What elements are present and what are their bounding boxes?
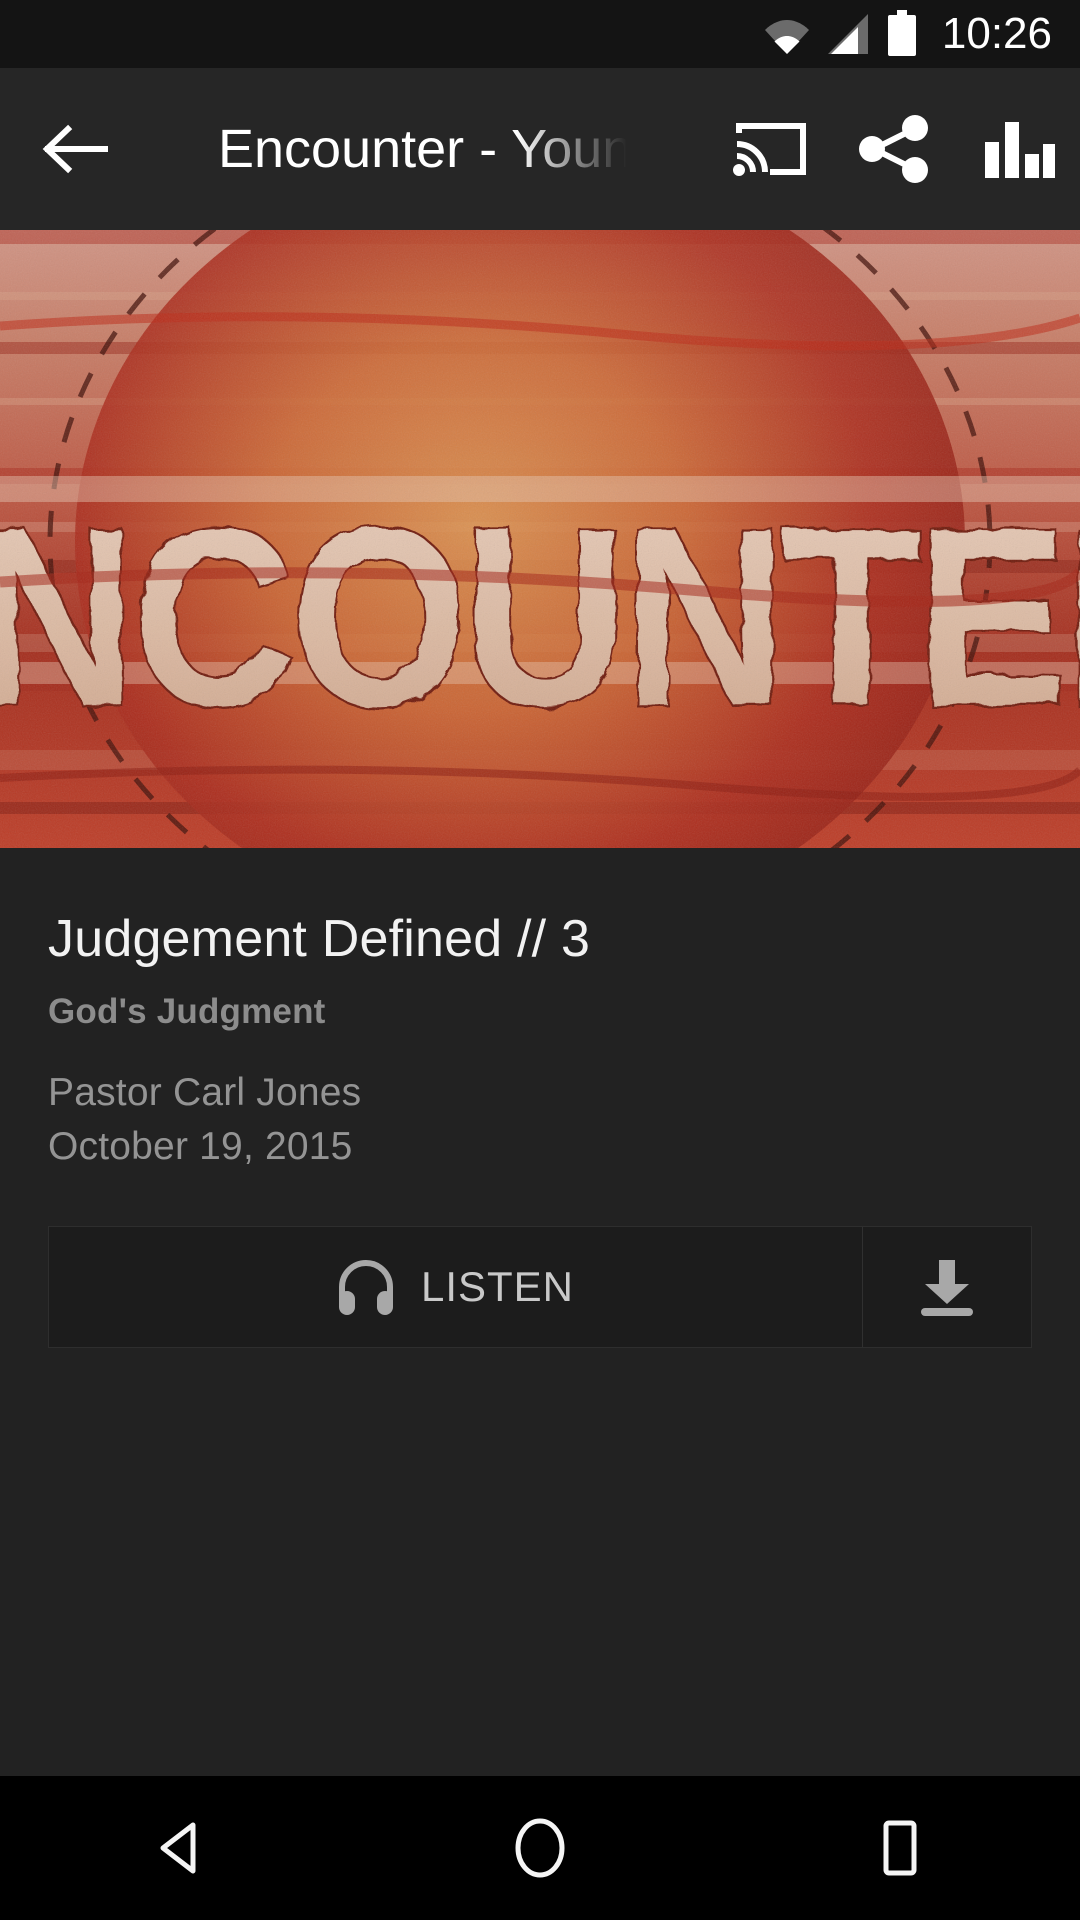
share-icon: [859, 115, 928, 183]
cast-button[interactable]: [708, 68, 832, 230]
artwork-image: ENCOUNTER: [0, 230, 1080, 848]
series-artwork-banner: ENCOUNTER: [0, 230, 1080, 848]
wifi-icon: [764, 20, 809, 54]
headphones-icon: [338, 1259, 393, 1315]
sermon-details: Judgement Defined // 3 God's Judgment Pa…: [0, 848, 1080, 1776]
sermon-date: October 19, 2015: [48, 1125, 353, 1169]
app-screen: 10:26 Encounter - Youn Judgement Defined…: [0, 0, 1080, 1920]
nav-recents-button[interactable]: [800, 1776, 1000, 1920]
status-bar: 10:26: [0, 0, 1080, 68]
status-bar-icons: [764, 10, 918, 56]
sermon-meta: Pastor Carl Jones October 19, 2015: [48, 1066, 1032, 1174]
battery-icon: [887, 10, 916, 56]
listen-label: LISTEN: [420, 1262, 575, 1310]
nav-home-icon: [515, 1818, 565, 1878]
share-button[interactable]: [832, 68, 956, 230]
nav-home-button[interactable]: [440, 1776, 640, 1920]
download-button[interactable]: [863, 1226, 1031, 1347]
back-button[interactable]: [0, 68, 150, 230]
cellular-signal-icon: [827, 14, 868, 54]
nav-back-icon: [160, 1822, 196, 1874]
status-bar-clock: 10:26: [941, 9, 1052, 58]
action-row: LISTEN: [48, 1225, 1032, 1348]
listen-button[interactable]: LISTEN: [49, 1226, 863, 1347]
equalizer-icon: [985, 122, 1055, 178]
app-bar-actions: [708, 68, 1080, 230]
nav-recents-icon: [883, 1820, 917, 1876]
cast-icon: [733, 123, 806, 176]
series-name: God's Judgment: [48, 992, 326, 1032]
speaker-name: Pastor Carl Jones: [48, 1071, 362, 1115]
android-nav-bar: [0, 1776, 1080, 1920]
arrow-back-icon: [42, 124, 108, 174]
download-icon: [921, 1259, 973, 1316]
sermon-title: Judgement Defined // 3: [48, 910, 591, 968]
app-bar-title-container: Encounter - Youn: [150, 68, 708, 230]
page-title: Encounter - Youn: [218, 119, 633, 179]
nav-back-button[interactable]: [80, 1776, 280, 1920]
equalizer-button[interactable]: [956, 68, 1080, 230]
app-bar: Encounter - Youn: [0, 68, 1080, 230]
